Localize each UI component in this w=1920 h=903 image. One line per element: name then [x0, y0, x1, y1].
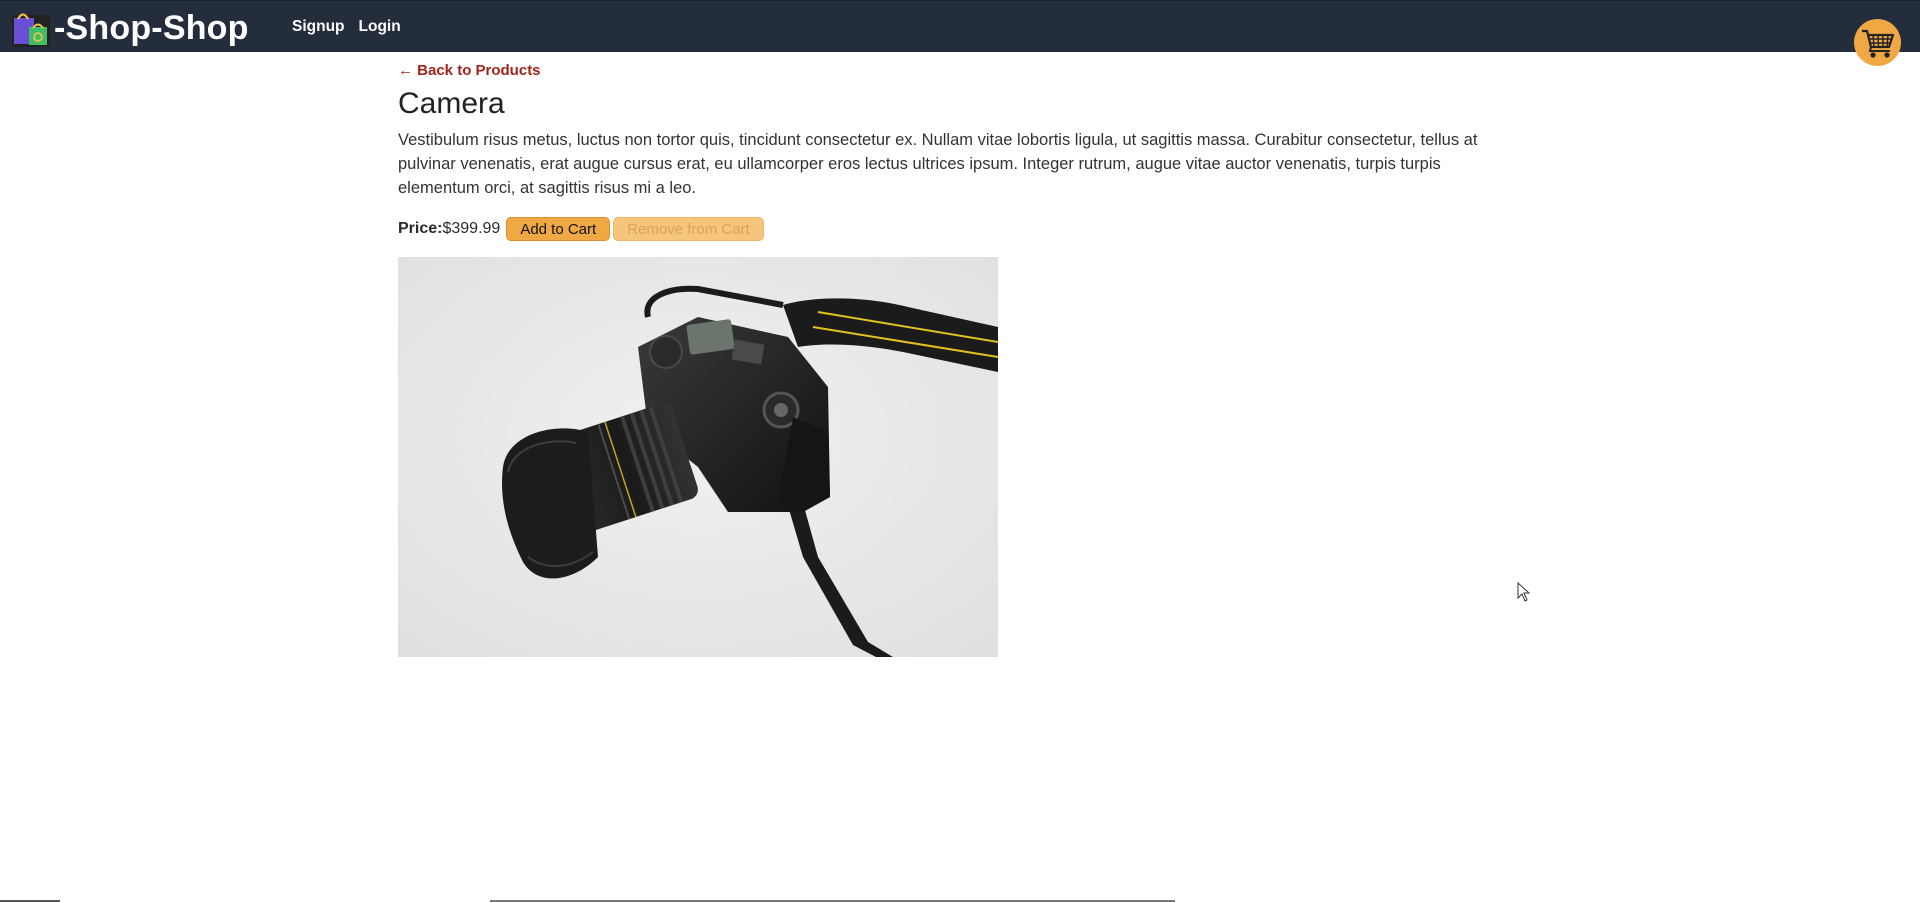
- mouse-cursor-icon: [1517, 582, 1531, 602]
- shopping-bag-logo-icon: [12, 13, 50, 47]
- back-to-products-link[interactable]: ← Back to Products: [398, 62, 541, 79]
- brand-name: -Shop-Shop: [54, 9, 249, 47]
- price-label: Price:: [398, 220, 443, 237]
- navbar: -Shop-Shop Signup Login: [0, 0, 1920, 52]
- login-link[interactable]: Login: [359, 18, 401, 36]
- signup-link[interactable]: Signup: [292, 18, 345, 36]
- brand-link[interactable]: -Shop-Shop: [12, 9, 249, 47]
- product-detail: ← Back to Products Camera Vestibulum ris…: [398, 62, 1488, 657]
- add-to-cart-button[interactable]: Add to Cart: [506, 217, 611, 241]
- remove-from-cart-button[interactable]: Remove from Cart: [613, 217, 764, 241]
- price-value: $399.99: [442, 220, 501, 237]
- bottom-divider-mid: [490, 900, 1175, 902]
- product-description: Vestibulum risus metus, luctus non torto…: [398, 131, 1478, 197]
- bottom-divider-left: [0, 900, 60, 902]
- shopping-cart-icon: [1861, 29, 1894, 58]
- product-image: [398, 257, 998, 657]
- price-row: Price: $399.99 Add to Cart Remove from C…: [398, 217, 1488, 241]
- product-title: Camera: [398, 87, 505, 120]
- cart-button[interactable]: [1854, 19, 1901, 66]
- nav-links: Signup Login: [292, 18, 401, 36]
